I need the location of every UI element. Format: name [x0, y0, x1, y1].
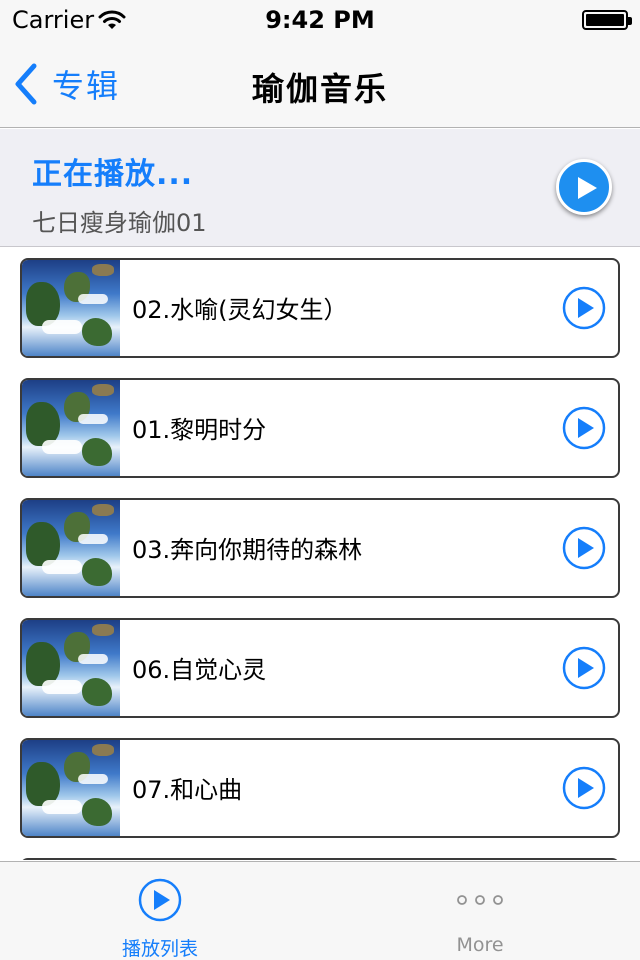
track-title: 07.和心曲 [132, 776, 243, 804]
track-row[interactable]: 06.自觉心灵 [20, 618, 620, 718]
play-icon [578, 177, 597, 199]
tab-more[interactable]: More [320, 862, 640, 960]
album-art-thumbnail [22, 380, 120, 476]
play-circle-icon [138, 878, 182, 922]
track-row[interactable]: 07.和心曲 [20, 738, 620, 838]
album-art-thumbnail [22, 620, 120, 716]
play-circle-icon[interactable] [562, 406, 606, 450]
album-art-thumbnail [22, 740, 120, 836]
status-time: 9:42 PM [265, 6, 375, 34]
more-dots-icon [457, 895, 503, 905]
status-bar: Carrier 9:42 PM [0, 0, 640, 40]
album-art-thumbnail [22, 500, 120, 596]
play-circle-icon[interactable] [562, 646, 606, 690]
tab-playlist-label: 播放列表 [121, 938, 198, 960]
tab-playlist[interactable]: 播放列表 [0, 862, 320, 960]
now-playing-panel: 正在播放... 七日瘦身瑜伽01 [0, 129, 640, 247]
play-circle-icon[interactable] [562, 766, 606, 810]
track-row[interactable]: 01.黎明时分 [20, 378, 620, 478]
album-art-thumbnail [22, 260, 120, 356]
tab-more-label: More [456, 934, 504, 956]
now-playing-heading: 正在播放... [32, 157, 194, 192]
track-title: 02.水喻(灵幻女生） [132, 296, 348, 324]
page-title: 瑜伽音乐 [251, 70, 388, 108]
track-row[interactable] [20, 858, 620, 860]
navigation-bar: 专辑 瑜伽音乐 [0, 40, 640, 128]
now-playing-play-button[interactable] [556, 159, 612, 215]
track-list[interactable]: 02.水喻(灵幻女生） 01.黎明时分 03.奔向你期待的森林 06.自觉心灵 … [0, 248, 640, 860]
now-playing-track: 七日瘦身瑜伽01 [32, 209, 207, 237]
battery-icon [582, 10, 632, 30]
track-title: 03.奔向你期待的森林 [132, 536, 363, 564]
play-circle-icon[interactable] [562, 526, 606, 570]
track-title: 06.自觉心灵 [132, 656, 267, 684]
track-row[interactable]: 02.水喻(灵幻女生） [20, 258, 620, 358]
play-circle-icon[interactable] [562, 286, 606, 330]
tab-bar: 播放列表 More [0, 861, 640, 960]
track-title: 01.黎明时分 [132, 416, 267, 444]
track-row[interactable]: 03.奔向你期待的森林 [20, 498, 620, 598]
